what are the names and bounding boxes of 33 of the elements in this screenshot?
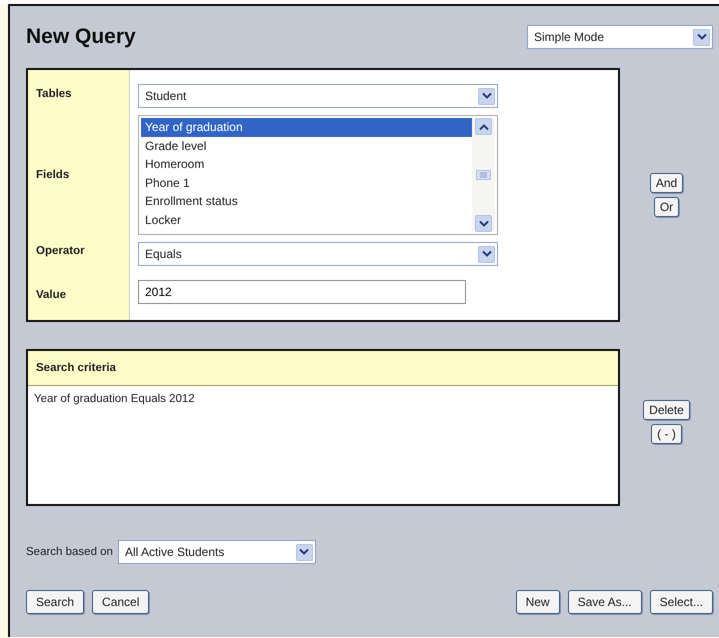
list-item[interactable]: Grade level — [141, 136, 472, 155]
search-based-label: Search based on — [26, 546, 113, 558]
criteria-button[interactable]: Delete — [643, 400, 690, 420]
list-item[interactable]: Year of graduation — [141, 118, 472, 136]
action-button[interactable]: New — [516, 590, 560, 614]
scroll-up-icon[interactable] — [475, 118, 492, 135]
field-label: Fields — [35, 168, 70, 180]
fields-listbox[interactable]: Year of graduation Grade level Homeroom Phone 1 Enrollment status Locker — [138, 115, 498, 235]
tables-dropdown[interactable]: Student — [138, 84, 498, 108]
logic-button[interactable]: Or — [654, 197, 680, 217]
criteria-heading: Search criteria — [28, 351, 618, 386]
criteria-item[interactable]: Year of graduation Equals 2012 — [28, 386, 618, 405]
scroll-thumb-icon[interactable] — [476, 170, 491, 180]
scroll-down-icon[interactable] — [475, 215, 492, 232]
action-button[interactable]: Search — [26, 590, 84, 614]
list-item[interactable]: Enrollment status — [141, 192, 472, 210]
field-label: Value — [35, 289, 68, 301]
scrollbar-track[interactable] — [472, 118, 495, 232]
list-item[interactable]: Phone 1 — [141, 174, 472, 192]
criteria-button[interactable]: ( - ) — [651, 424, 682, 444]
logic-button[interactable]: And — [650, 173, 684, 193]
action-button[interactable]: Cancel — [92, 590, 150, 614]
operator-dropdown[interactable]: Equals — [138, 242, 498, 266]
action-button[interactable]: Select... — [650, 590, 713, 614]
value-field[interactable]: 2012 — [138, 280, 466, 304]
population-dropdown[interactable]: All Active Students — [118, 540, 316, 564]
mode-dropdown[interactable]: Simple Mode — [527, 25, 713, 49]
list-item[interactable]: Locker — [141, 210, 472, 229]
field-label: Operator — [35, 244, 86, 256]
field-label: Tables — [35, 88, 73, 100]
list-item[interactable]: Homeroom — [141, 155, 472, 174]
query-title: New Query — [26, 25, 136, 49]
action-button[interactable]: Save As... — [568, 590, 642, 614]
